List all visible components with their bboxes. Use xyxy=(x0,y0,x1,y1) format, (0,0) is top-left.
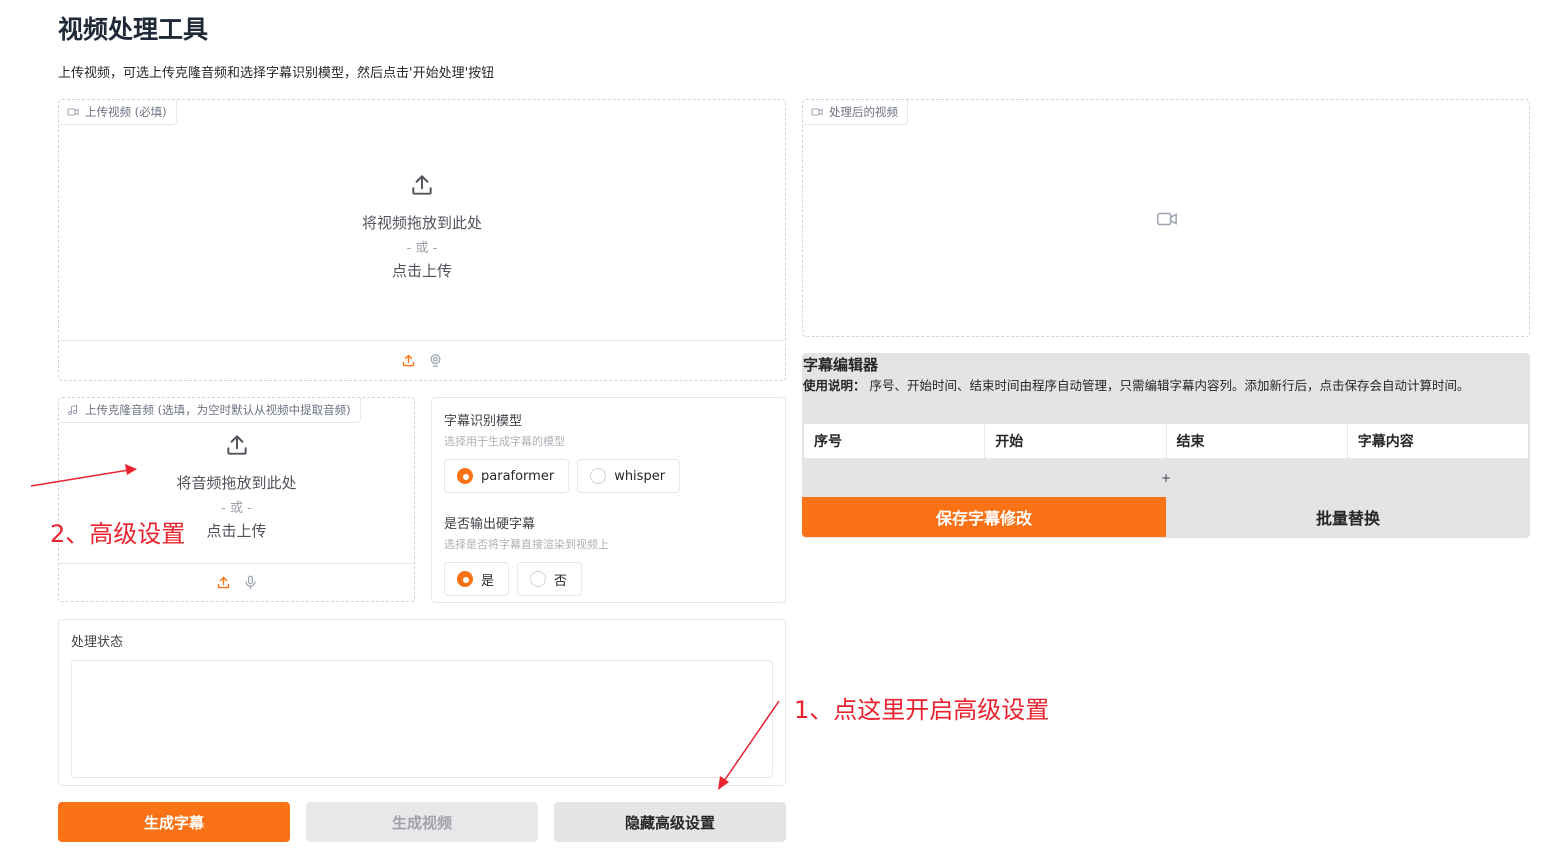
video-placeholder-icon xyxy=(1157,212,1177,226)
generate-subtitle-button[interactable]: 生成字幕 xyxy=(58,802,290,842)
upload-source-icon[interactable] xyxy=(216,575,231,590)
video-camera-icon xyxy=(811,108,823,116)
status-label: 处理状态 xyxy=(71,635,124,650)
radio-paraformer[interactable]: paraformer xyxy=(444,459,570,493)
annotation-arrow-2 xyxy=(30,464,137,487)
video-camera-icon xyxy=(67,108,79,116)
annotation-step-1: 1、点这里开启高级设置 xyxy=(794,696,1050,724)
radio-selected-icon xyxy=(457,571,473,587)
status-textarea[interactable] xyxy=(71,660,773,778)
annotation-arrow-1 xyxy=(718,700,780,790)
video-click-upload[interactable]: 点击上传 xyxy=(59,260,785,281)
audio-source-bar xyxy=(59,563,414,601)
radio-yes[interactable]: 是 xyxy=(444,562,510,596)
subtitle-model-group: paraformer whisper xyxy=(444,459,773,493)
hard-subtitle-hint: 选择是否将字幕直接渲染到视频上 xyxy=(444,538,609,551)
generate-video-button[interactable]: 生成视频 xyxy=(306,802,538,842)
column-index[interactable]: 序号 xyxy=(804,424,986,458)
upload-icon xyxy=(412,175,432,195)
music-note-icon xyxy=(68,404,77,415)
column-start[interactable]: 开始 xyxy=(985,424,1167,458)
status-box: 处理状态 xyxy=(58,619,786,786)
video-or-text: - 或 - xyxy=(406,241,438,256)
annotation-step-2: 2、高级设置 xyxy=(50,520,186,548)
page-description: 上传视频，可选上传克隆音频和选择字幕识别模型，然后点击'开始处理'按钮 xyxy=(58,66,495,81)
column-end[interactable]: 结束 xyxy=(1167,424,1348,458)
save-subtitle-button[interactable]: 保存字幕修改 xyxy=(802,497,1166,537)
hard-subtitle-group: 是 否 xyxy=(444,562,773,596)
radio-whisper[interactable]: whisper xyxy=(577,459,681,493)
webcam-icon[interactable] xyxy=(428,353,443,368)
output-video-label: 处理后的视频 xyxy=(803,100,908,125)
page-title: 视频处理工具 xyxy=(58,15,209,44)
subtitle-editor-title: 字幕编辑器 xyxy=(803,356,879,374)
radio-unselected-icon xyxy=(590,468,607,484)
subtitle-model-label: 字幕识别模型 xyxy=(444,414,523,429)
upload-icon xyxy=(226,435,247,455)
video-upload-panel[interactable]: 上传视频 (必填) 将视频拖放到此处 - 或 - 点击上传 xyxy=(58,99,786,381)
subtitle-editor-note: 使用说明： 序号、开始时间、结束时间由程序自动管理，只需编辑字幕内容列。添加新行… xyxy=(803,378,1470,393)
add-row-button[interactable]: + xyxy=(802,471,1530,485)
radio-unselected-icon xyxy=(530,571,547,587)
radio-selected-icon xyxy=(457,468,473,484)
column-content[interactable]: 字幕内容 xyxy=(1348,424,1528,458)
video-upload-label: 上传视频 (必填) xyxy=(59,100,177,125)
video-source-bar xyxy=(59,340,785,380)
subtitle-model-hint: 选择用于生成字幕的模型 xyxy=(444,435,565,448)
video-drop-zone[interactable]: 将视频拖放到此处 - 或 - 点击上传 xyxy=(59,172,785,281)
hard-subtitle-label: 是否输出硬字幕 xyxy=(444,517,536,532)
subtitle-table-header: 序号 开始 结束 字幕内容 xyxy=(803,423,1529,459)
audio-upload-panel[interactable]: 上传克隆音频 (选填，为空时默认从视频中提取音频) 将音频拖放到此处 - 或 -… xyxy=(58,397,415,602)
upload-source-icon[interactable] xyxy=(401,353,416,368)
output-video-panel: 处理后的视频 xyxy=(802,99,1530,337)
video-drop-text: 将视频拖放到此处 xyxy=(361,214,482,232)
model-settings-box: 字幕识别模型 选择用于生成字幕的模型 paraformer whisper 是否… xyxy=(431,397,786,603)
batch-replace-button[interactable]: 批量替换 xyxy=(1166,497,1530,537)
radio-no[interactable]: 否 xyxy=(517,562,583,596)
audio-upload-label: 上传克隆音频 (选填，为空时默认从视频中提取音频) xyxy=(59,398,361,423)
hide-advanced-button[interactable]: 隐藏高级设置 xyxy=(554,802,786,842)
subtitle-editor: 字幕编辑器 使用说明： 序号、开始时间、结束时间由程序自动管理，只需编辑字幕内容… xyxy=(802,353,1530,538)
microphone-icon[interactable] xyxy=(243,575,258,590)
